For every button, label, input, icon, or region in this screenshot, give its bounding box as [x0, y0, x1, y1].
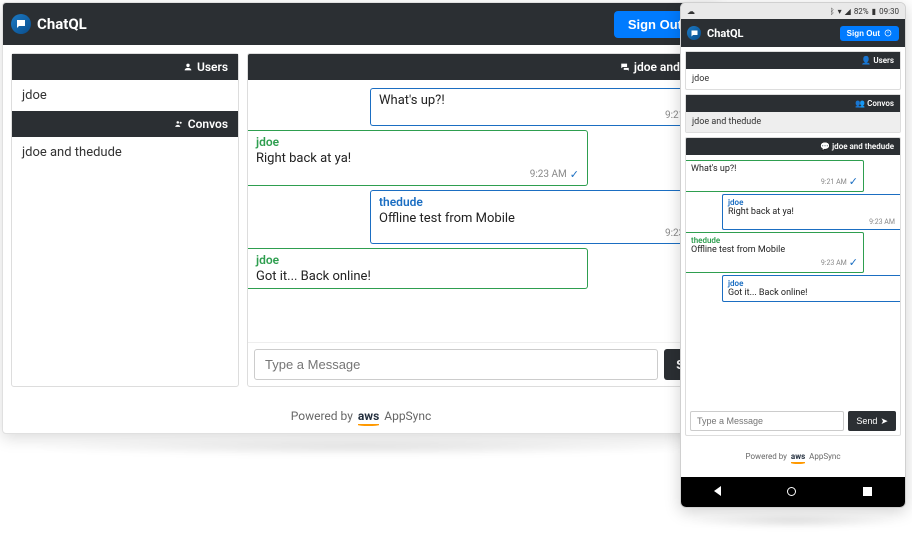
- message-sender: jdoe: [728, 198, 895, 207]
- signout-icon: [884, 29, 892, 37]
- message-row: jdoe Right back at ya! 9:23 AM✓: [248, 128, 710, 188]
- message-bubble: jdoe Right back at ya! 9:23 AM✓: [248, 130, 588, 186]
- app-logo: ChatQL: [11, 14, 87, 34]
- clock-text: 09:30: [879, 7, 899, 16]
- mobile-body: 👤 Users jdoe 👥 Convos jdoe and thedude 💬…: [681, 47, 905, 477]
- comments-icon: [620, 62, 630, 72]
- message-bubble: jdoe Got it... Back online!: [722, 275, 900, 302]
- aws-logo: aws: [358, 409, 379, 423]
- battery-text: 82%: [854, 7, 869, 16]
- signout-button[interactable]: Sign Out: [840, 26, 899, 41]
- users-icon: 👥: [855, 99, 865, 108]
- sidebar: Users jdoe Convos jdoe and thedude: [11, 53, 239, 387]
- chat-bubble-icon: [687, 26, 701, 40]
- mobile-statusbar: ☁ ᛒ ▾ ◢ 82% ▮ 09:30: [681, 3, 905, 19]
- comments-icon: 💬: [820, 142, 830, 151]
- user-icon: [183, 62, 193, 72]
- mobile-header: ChatQL Sign Out: [681, 19, 905, 47]
- desktop-footer: Powered by aws AppSync: [3, 395, 719, 433]
- battery-icon: ▮: [872, 7, 876, 16]
- mobile-convos-panel: 👥 Convos jdoe and thedude: [685, 94, 901, 133]
- mobile-footer: Powered by aws AppSync: [685, 440, 901, 473]
- message-bubble: What's up?! 9:21 AM: [370, 88, 710, 126]
- message-sender: thedude: [691, 236, 858, 245]
- message-input[interactable]: [254, 349, 658, 380]
- send-icon: ➤: [880, 416, 888, 427]
- users-header: 👤 Users: [686, 52, 900, 69]
- users-header: Users: [12, 54, 238, 80]
- message-sender: jdoe: [256, 135, 579, 149]
- bluetooth-icon: ᛒ: [830, 7, 835, 16]
- message-time: 9:21 AM: [821, 178, 847, 186]
- app-logo: ChatQL: [687, 26, 744, 40]
- chat-bubble-icon: [11, 14, 31, 34]
- mobile-users-panel: 👤 Users jdoe: [685, 51, 901, 90]
- message-time: 9:23 AM: [821, 259, 847, 267]
- mobile-device: ☁ ᛒ ▾ ◢ 82% ▮ 09:30 ChatQL Sign Out 👤 Us…: [680, 2, 906, 508]
- chat-pane: jdoe and the What's up?! 9:21 AM jdoe Ri…: [247, 53, 711, 387]
- convo-item[interactable]: jdoe and thedude: [12, 137, 238, 168]
- message-row: What's up?! 9:21 AM✓: [686, 159, 900, 193]
- convos-header: Convos: [12, 111, 238, 137]
- users-icon: [174, 119, 184, 129]
- recents-button[interactable]: [863, 485, 872, 499]
- mobile-chat-pane: 💬 jdoe and thedude What's up?! 9:21 AM✓ …: [685, 137, 901, 436]
- message-sender: jdoe: [728, 279, 895, 288]
- home-button[interactable]: [787, 485, 796, 499]
- user-item[interactable]: jdoe: [12, 80, 238, 111]
- desktop-header: ChatQL Sign Out: [3, 3, 719, 45]
- wifi-icon: ▾: [838, 7, 842, 16]
- message-input[interactable]: [690, 411, 844, 431]
- user-item[interactable]: jdoe: [686, 69, 900, 89]
- message-bubble: thedude Offline test from Mobile 9:23 AM: [370, 190, 710, 244]
- chat-header: jdoe and the: [248, 54, 710, 80]
- send-button[interactable]: Send ➤: [848, 411, 896, 431]
- check-icon: ✓: [570, 168, 579, 181]
- message-bubble: What's up?! 9:21 AM✓: [686, 160, 864, 192]
- mobile-compose-bar: Send ➤: [686, 407, 900, 435]
- user-icon: 👤: [861, 56, 871, 65]
- chat-header: 💬 jdoe and thedude: [686, 138, 900, 155]
- message-time: 9:23 AM: [869, 218, 895, 226]
- mobile-shadow: [686, 514, 900, 528]
- convo-item[interactable]: jdoe and thedude: [686, 112, 900, 132]
- message-row: What's up?! 9:21 AM: [248, 86, 710, 128]
- message-row: thedude Offline test from Mobile 9:23 AM: [248, 188, 710, 246]
- message-row: thedude Offline test from Mobile 9:23 AM…: [686, 231, 900, 274]
- signal-icon: ◢: [845, 7, 851, 16]
- mobile-message-list: What's up?! 9:21 AM✓ jdoe Right back at …: [686, 155, 900, 407]
- check-icon: ✓: [849, 175, 858, 188]
- compose-bar: Se: [248, 342, 710, 386]
- desktop-shadow: [20, 438, 700, 456]
- check-icon: ✓: [849, 256, 858, 269]
- cloud-icon: ☁: [687, 7, 695, 16]
- message-bubble: jdoe Got it... Back online!: [248, 248, 588, 289]
- message-row: jdoe Got it... Back online!: [686, 274, 900, 303]
- convos-header: 👥 Convos: [686, 95, 900, 112]
- desktop-body: Users jdoe Convos jdoe and thedude jdoe …: [3, 45, 719, 395]
- app-title: ChatQL: [707, 27, 744, 40]
- app-title: ChatQL: [37, 15, 87, 33]
- aws-logo: aws: [791, 452, 805, 461]
- message-bubble: thedude Offline test from Mobile 9:23 AM…: [686, 232, 864, 273]
- message-list: What's up?! 9:21 AM jdoe Right back at y…: [248, 80, 710, 342]
- message-bubble: jdoe Right back at ya! 9:23 AM: [722, 194, 900, 230]
- message-sender: thedude: [379, 195, 702, 209]
- message-row: jdoe Right back at ya! 9:23 AM: [686, 193, 900, 231]
- back-button[interactable]: [714, 485, 721, 499]
- message-sender: jdoe: [256, 253, 579, 267]
- android-navbar: [681, 477, 905, 507]
- message-row: jdoe Got it... Back online!: [248, 246, 710, 291]
- desktop-window: ChatQL Sign Out Users jdoe Convos jdoe a…: [2, 2, 720, 434]
- message-time: 9:23 AM: [530, 169, 567, 180]
